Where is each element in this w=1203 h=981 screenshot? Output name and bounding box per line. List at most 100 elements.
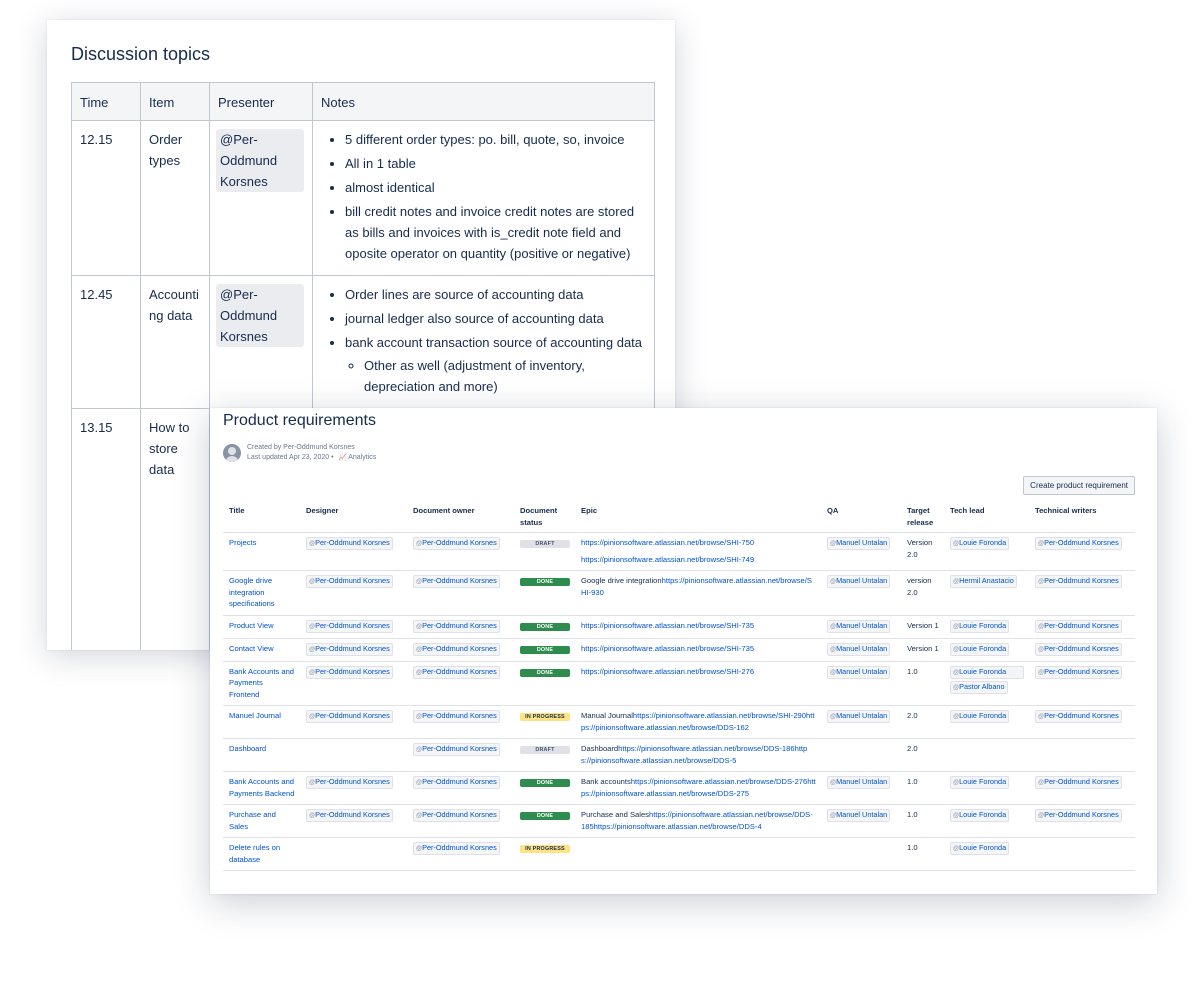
epic-link[interactable]: https://pinionsoftware.atlassian.net/bro… <box>633 711 806 720</box>
presenter-cell: @Per-Oddmund Korsnes <box>209 275 313 409</box>
epic-link[interactable]: https://pinionsoftware.atlassian.net/bro… <box>581 538 754 547</box>
user-mention[interactable]: @Per-Oddmund Korsnes <box>413 619 500 633</box>
list-item: All in 1 table <box>345 153 646 174</box>
user-mention[interactable]: @Manuel Untalan <box>827 776 891 789</box>
target-release: Version 1 <box>901 615 944 639</box>
requirement-title-link[interactable]: Google drive integration specifications <box>229 576 275 608</box>
user-mention[interactable]: @Manuel Untalan <box>827 575 891 588</box>
requirement-title-link[interactable]: Manuel Journal <box>229 711 281 720</box>
table-row: Contact View @Per-Oddmund Korsnes @Per-O… <box>223 638 1135 662</box>
column-header-designer[interactable]: Designer <box>300 502 407 533</box>
column-header-technical-writers[interactable]: Technical writers <box>1029 502 1135 533</box>
user-mention[interactable]: @Manuel Untalan <box>827 619 891 633</box>
column-header-qa[interactable]: QA <box>821 502 901 533</box>
epic-link[interactable]: https://pinionsoftware.atlassian.net/bro… <box>581 667 754 676</box>
user-mention[interactable]: @Per-Oddmund Korsnes <box>413 710 500 723</box>
user-mention[interactable]: @Manuel Untalan <box>827 642 891 656</box>
requirement-title-link[interactable]: Product View <box>229 621 274 630</box>
epic-link[interactable]: https://pinionsoftware.atlassian.net/bro… <box>581 644 754 653</box>
column-header-target-release[interactable]: Target release <box>901 502 944 533</box>
user-mention[interactable]: @Manuel Untalan <box>827 665 891 679</box>
requirement-title-link[interactable]: Delete rules on database <box>229 843 280 864</box>
user-mention[interactable]: @Per-Oddmund Korsnes <box>1035 665 1122 679</box>
user-mention[interactable]: @Per-Oddmund Korsnes <box>413 776 500 789</box>
target-release: 1.0 <box>901 771 944 805</box>
user-mention[interactable]: @Louie Foronda <box>950 665 1024 679</box>
table-row: 12.45 Accounting data @Per-Oddmund Korsn… <box>71 275 655 409</box>
user-mention[interactable]: @Per-Oddmund Korsnes <box>216 129 304 192</box>
table-row: Delete rules on database @Per-Oddmund Ko… <box>223 837 1135 871</box>
table-row: Product View @Per-Oddmund Korsnes @Per-O… <box>223 615 1135 639</box>
column-header-title[interactable]: Title <box>223 502 300 533</box>
column-header-presenter: Presenter <box>209 82 313 121</box>
user-mention[interactable]: @Per-Oddmund Korsnes <box>216 284 304 347</box>
user-mention[interactable]: @Louie Foronda <box>950 710 1010 723</box>
user-mention[interactable]: @Per-Oddmund Korsnes <box>306 575 393 588</box>
requirement-title-link[interactable]: Bank Accounts and Payments Backend <box>229 777 294 798</box>
user-mention[interactable]: @Per-Oddmund Korsnes <box>306 619 393 633</box>
user-mention[interactable]: @Per-Oddmund Korsnes <box>413 743 500 756</box>
user-mention[interactable]: @Per-Oddmund Korsnes <box>413 842 500 855</box>
last-updated[interactable]: Last updated Apr 23, 2020 <box>247 454 329 461</box>
product-requirements-card: Product requirements Created by Per-Oddm… <box>210 408 1157 894</box>
user-mention[interactable]: @Manuel Untalan <box>827 710 891 723</box>
epic-link[interactable]: https://pinionsoftware.atlassian.net/bro… <box>594 822 762 831</box>
user-mention[interactable]: @Per-Oddmund Korsnes <box>1035 710 1122 723</box>
sub-list-item: Other as well (adjustment of inventory, … <box>364 355 646 397</box>
user-mention[interactable]: @Louie Foronda <box>950 642 1010 656</box>
analytics-icon[interactable]: 📈 <box>338 454 347 461</box>
user-mention[interactable]: @Per-Oddmund Korsnes <box>306 809 393 822</box>
user-mention[interactable]: @Hermil Anastacio <box>950 575 1017 588</box>
target-release: Version 1 <box>901 638 944 662</box>
requirement-title-link[interactable]: Bank Accounts and Payments Frontend <box>229 667 294 699</box>
user-mention[interactable]: @Manuel Untalan <box>827 537 891 550</box>
user-mention[interactable]: @Louie Foronda <box>950 537 1010 550</box>
user-mention[interactable]: @Louie Foronda <box>950 619 1010 633</box>
user-mention[interactable]: @Manuel Untalan <box>827 809 891 822</box>
column-header-epic[interactable]: Epic <box>575 502 821 533</box>
requirement-title-link[interactable]: Dashboard <box>229 744 266 753</box>
requirement-title-link[interactable]: Contact View <box>229 644 274 653</box>
requirement-title-link[interactable]: Projects <box>229 538 256 547</box>
user-mention[interactable]: @Per-Oddmund Korsnes <box>306 665 393 679</box>
user-mention[interactable]: @Per-Oddmund Korsnes <box>1035 809 1122 822</box>
column-header-document-status[interactable]: Document status <box>514 502 575 533</box>
user-mention[interactable]: @Per-Oddmund Korsnes <box>413 642 500 656</box>
user-mention[interactable]: @Per-Oddmund Korsnes <box>306 776 393 789</box>
requirement-title-link[interactable]: Purchase and Sales <box>229 810 276 831</box>
analytics-link[interactable]: Analytics <box>348 454 376 461</box>
list-item: bank account transaction source of accou… <box>345 332 646 397</box>
epic-link[interactable]: https://pinionsoftware.atlassian.net/bro… <box>581 555 754 564</box>
epic-link[interactable]: https://pinionsoftware.atlassian.net/bro… <box>631 777 807 786</box>
user-mention[interactable]: @Per-Oddmund Korsnes <box>413 575 500 588</box>
user-mention[interactable]: @Per-Oddmund Korsnes <box>413 809 500 822</box>
user-mention[interactable]: @Louie Foronda <box>950 809 1010 822</box>
user-mention[interactable]: @Pastor Albano <box>950 680 1008 694</box>
create-product-requirement-button[interactable]: Create product requirement <box>1023 476 1135 495</box>
user-mention[interactable]: @Per-Oddmund Korsnes <box>1035 642 1122 656</box>
user-mention[interactable]: @Per-Oddmund Korsnes <box>306 642 393 656</box>
user-mention[interactable]: @Per-Oddmund Korsnes <box>413 537 500 550</box>
column-header-document-owner[interactable]: Document owner <box>407 502 514 533</box>
user-mention[interactable]: @Per-Oddmund Korsnes <box>306 537 393 550</box>
column-header-tech-lead[interactable]: Tech lead <box>944 502 1029 533</box>
user-mention[interactable]: @Per-Oddmund Korsnes <box>1035 619 1122 633</box>
epic-link[interactable]: https://pinionsoftware.atlassian.net/bro… <box>581 621 754 630</box>
user-mention[interactable]: @Per-Oddmund Korsnes <box>306 710 393 723</box>
column-header-time: Time <box>71 82 141 121</box>
target-release: 2.0 <box>901 705 944 739</box>
user-mention[interactable]: @Louie Foronda <box>950 776 1010 789</box>
user-mention[interactable]: @Per-Oddmund Korsnes <box>1035 575 1122 588</box>
epic-link[interactable]: https://pinionsoftware.atlassian.net/bro… <box>618 744 794 753</box>
user-mention[interactable]: @Per-Oddmund Korsnes <box>1035 537 1122 550</box>
user-mention[interactable]: @Per-Oddmund Korsnes <box>413 665 500 679</box>
table-row: Manuel Journal @Per-Oddmund Korsnes @Per… <box>223 705 1135 739</box>
time-cell: 12.45 <box>71 275 141 409</box>
list-item: 5 different order types: po. bill, quote… <box>345 129 646 150</box>
user-mention[interactable]: @Louie Foronda <box>950 842 1010 855</box>
status-badge: DONE <box>520 812 570 820</box>
byline: Created by Per-Oddmund Korsnes Last upda… <box>223 443 376 463</box>
user-mention[interactable]: @Per-Oddmund Korsnes <box>1035 776 1122 789</box>
avatar[interactable] <box>223 444 241 462</box>
table-row: Google drive integration specifications … <box>223 570 1135 616</box>
